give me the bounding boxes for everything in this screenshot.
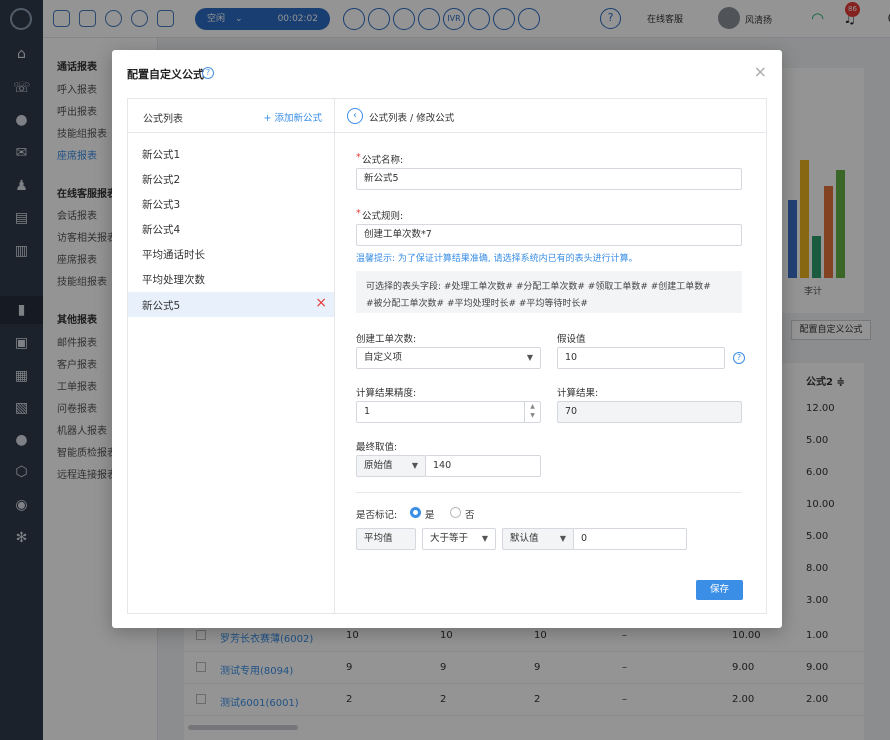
- close-icon[interactable]: ×: [754, 62, 767, 81]
- formula-list-panel: 公式列表 + 添加新公式 新公式1 新公式2 新公式3 新公式4 平均通话时长 …: [127, 98, 335, 614]
- final-value-input[interactable]: 140: [425, 455, 541, 477]
- save-button[interactable]: 保存: [696, 580, 743, 600]
- breadcrumb: 公式列表 / 修改公式: [369, 113, 455, 124]
- formula-item-label: 新公式5: [142, 300, 181, 312]
- caret-down-icon: ▼: [526, 353, 533, 362]
- dialog-title: 配置自定义公式: [127, 68, 204, 81]
- formula-item-label: 新公式2: [142, 174, 181, 186]
- formula-item-label: 新公式1: [142, 149, 181, 161]
- condition-type-select[interactable]: 默认值 ▼: [502, 528, 574, 550]
- result-field: 70: [557, 401, 742, 423]
- back-arrow-icon[interactable]: ‹: [347, 108, 363, 124]
- formula-list-item[interactable]: 新公式1: [128, 141, 334, 166]
- divider: [356, 492, 742, 493]
- precision-stepper[interactable]: 1 ▲ ▼: [356, 401, 541, 423]
- select-value: 自定义项: [364, 352, 403, 363]
- formula-list-item-selected[interactable]: 新公式5 ×: [128, 292, 334, 317]
- mark-yes-label[interactable]: 是: [425, 507, 435, 521]
- condition-operator-select[interactable]: 大于等于 ▼: [422, 528, 496, 550]
- assume-value-input[interactable]: 10: [557, 347, 725, 369]
- formula-item-label: 平均通话时长: [142, 249, 205, 261]
- formula-name-label: 公式名称:: [362, 155, 404, 166]
- formula-item-label: 平均处理次数: [142, 274, 205, 286]
- formula-list-item[interactable]: 平均通话时长: [128, 241, 334, 266]
- required-mark: *: [356, 208, 361, 219]
- formula-list-header: 公式列表 + 添加新公式: [128, 99, 334, 133]
- formula-list-title: 公式列表: [143, 114, 183, 125]
- assume-value-label: 假设值: [557, 334, 586, 345]
- field-source-select[interactable]: 自定义项 ▼: [356, 347, 541, 369]
- custom-formula-dialog: 配置自定义公式 ? × 公式列表 + 添加新公式 新公式1 新公式2 新公式3 …: [112, 50, 782, 628]
- mark-no-label[interactable]: 否: [465, 507, 475, 521]
- stepper-value: 1: [364, 406, 371, 417]
- formula-list-item[interactable]: 新公式4: [128, 216, 334, 241]
- formula-list-item[interactable]: 新公式2: [128, 166, 334, 191]
- formula-rule-label: 公式规则:: [362, 211, 404, 222]
- available-fields-line[interactable]: #被分配工单次数# #平均处理时长# #平均等待时长#: [366, 296, 588, 309]
- stepper-arrows-icon[interactable]: ▲ ▼: [524, 402, 540, 422]
- select-value: 大于等于: [430, 533, 469, 544]
- caret-down-icon: ▼: [481, 534, 488, 543]
- required-mark: *: [356, 152, 361, 163]
- question-icon[interactable]: ?: [733, 352, 745, 364]
- formula-list-item[interactable]: 新公式3: [128, 191, 334, 216]
- formula-item-label: 新公式3: [142, 199, 181, 211]
- caret-down-icon: ▼: [559, 534, 566, 543]
- field-label: 创建工单次数:: [356, 334, 417, 345]
- add-formula-button[interactable]: + 添加新公式: [264, 110, 322, 124]
- final-value-select[interactable]: 原始值 ▼: [356, 455, 426, 477]
- condition-field: 平均值: [356, 528, 416, 550]
- formula-edit-panel: ‹ 公式列表 / 修改公式 * 公式名称: 新公式5 * 公式规则: 创建工单次…: [334, 98, 767, 614]
- condition-value-input[interactable]: 0: [573, 528, 687, 550]
- precision-label: 计算结果精度:: [356, 388, 417, 399]
- caret-down-icon: ▼: [411, 461, 418, 470]
- edit-header: ‹ 公式列表 / 修改公式: [334, 99, 766, 133]
- formula-item-label: 新公式4: [142, 224, 181, 236]
- mark-no-radio[interactable]: [450, 507, 461, 518]
- available-fields-box: 可选择的表头字段: #处理工单次数# #分配工单次数# #领取工单数# #创建工…: [356, 271, 742, 313]
- formula-list-item[interactable]: 平均处理次数: [128, 266, 334, 291]
- question-icon[interactable]: ?: [202, 67, 214, 79]
- mark-label: 是否标记:: [356, 510, 398, 521]
- final-value-label: 最终取值:: [356, 442, 398, 453]
- formula-name-input[interactable]: 新公式5: [356, 168, 742, 190]
- result-label: 计算结果:: [557, 388, 599, 399]
- select-value: 默认值: [510, 533, 539, 544]
- formula-rule-input[interactable]: 创建工单次数*7: [356, 224, 742, 246]
- hint-text: 温馨提示: 为了保证计算结果准确, 请选择系统内已有的表头进行计算。: [356, 254, 638, 264]
- delete-icon[interactable]: ×: [315, 295, 327, 311]
- mark-yes-radio[interactable]: [410, 507, 421, 518]
- available-fields-line[interactable]: 可选择的表头字段: #处理工单次数# #分配工单次数# #领取工单数# #创建工…: [366, 279, 711, 292]
- select-value: 原始值: [364, 460, 393, 471]
